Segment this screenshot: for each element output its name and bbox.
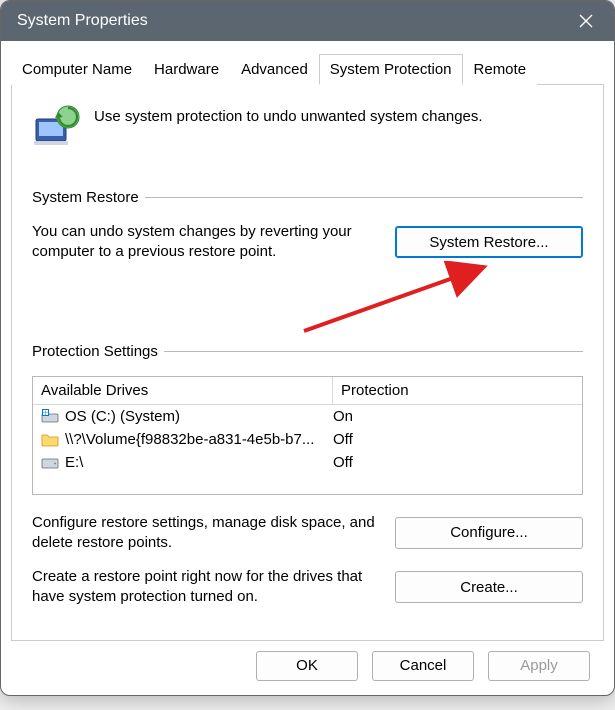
drive-protection: Off (333, 454, 574, 471)
system-restore-text: You can undo system changes by reverting… (32, 222, 377, 263)
system-restore-button[interactable]: System Restore... (395, 226, 583, 258)
drive-protection: Off (333, 431, 574, 448)
tab-panel: Use system protection to undo unwanted s… (11, 85, 604, 641)
disk-win-icon (41, 408, 59, 424)
system-restore-title: System Restore (32, 189, 145, 206)
tab-system-protection[interactable]: System Protection (319, 54, 463, 85)
drive-name: E:\ (65, 454, 83, 471)
intro-row: Use system protection to undo unwanted s… (32, 103, 583, 155)
close-button[interactable] (564, 5, 608, 37)
system-protection-icon (32, 103, 80, 155)
tab-computer-name[interactable]: Computer Name (11, 54, 143, 85)
header-protection[interactable]: Protection (333, 377, 582, 404)
table-row[interactable]: \\?\Volume{f98832be-a831-4e5b-b7... Off (33, 428, 582, 451)
protection-settings-group: Protection Settings Available Drives Pro… (32, 343, 583, 608)
drives-table-body: OS (C:) (System) On \\?\Volume{f98832be-… (33, 405, 582, 494)
drives-table: Available Drives Protection OS (C:) (Sys… (32, 376, 583, 495)
tab-remote[interactable]: Remote (463, 54, 538, 85)
window-title: System Properties (17, 12, 148, 30)
drive-protection: On (333, 408, 574, 425)
table-row[interactable]: E:\ Off (33, 451, 582, 474)
tab-advanced[interactable]: Advanced (230, 54, 319, 85)
create-button[interactable]: Create... (395, 571, 583, 603)
titlebar: System Properties (1, 1, 614, 41)
header-available-drives[interactable]: Available Drives (33, 377, 333, 404)
cancel-button[interactable]: Cancel (372, 651, 474, 681)
configure-button[interactable]: Configure... (395, 517, 583, 549)
dialog-footer: OK Cancel Apply (11, 641, 604, 681)
group-divider (145, 197, 583, 198)
disk-icon (41, 454, 59, 470)
drive-name: OS (C:) (System) (65, 408, 180, 425)
drives-table-header: Available Drives Protection (33, 377, 582, 405)
close-icon (579, 14, 593, 28)
system-restore-group: System Restore You can undo system chang… (32, 189, 583, 315)
create-text: Create a restore point right now for the… (32, 567, 377, 608)
apply-button[interactable]: Apply (488, 651, 590, 681)
group-divider (164, 351, 583, 352)
configure-text: Configure restore settings, manage disk … (32, 513, 377, 554)
folder-icon (41, 431, 59, 447)
tab-strip: Computer Name Hardware Advanced System P… (11, 53, 604, 85)
tab-hardware[interactable]: Hardware (143, 54, 230, 85)
intro-text: Use system protection to undo unwanted s… (94, 103, 583, 127)
protection-settings-title: Protection Settings (32, 343, 164, 360)
ok-button[interactable]: OK (256, 651, 358, 681)
system-properties-window: System Properties Computer Name Hardware… (0, 0, 615, 696)
drive-name: \\?\Volume{f98832be-a831-4e5b-b7... (65, 431, 314, 448)
table-row[interactable]: OS (C:) (System) On (33, 405, 582, 428)
client-area: Computer Name Hardware Advanced System P… (1, 41, 614, 695)
